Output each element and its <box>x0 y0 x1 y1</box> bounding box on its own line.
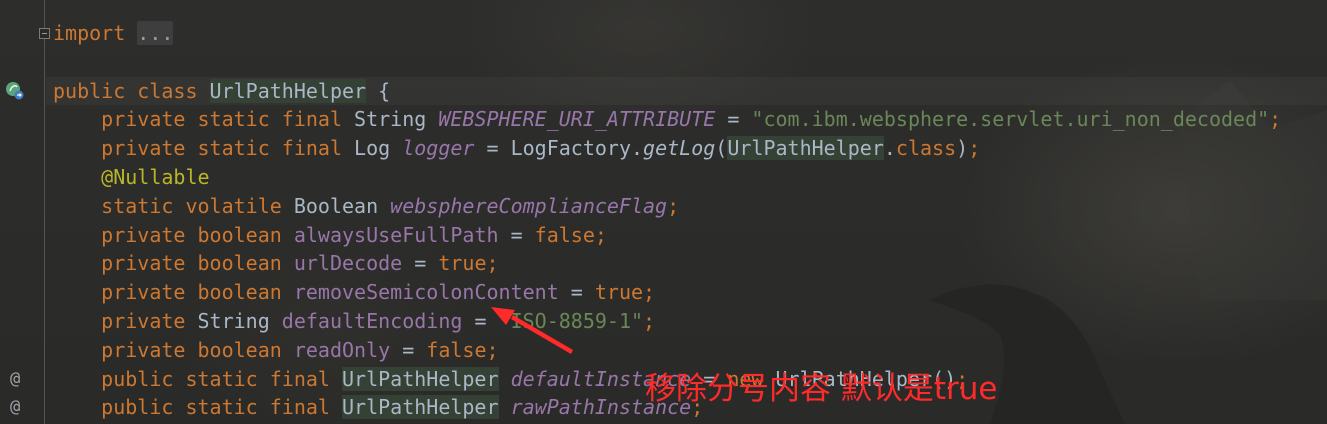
gutter-row <box>0 307 44 336</box>
token-plain: = <box>715 107 752 132</box>
token-plain: String <box>197 308 282 333</box>
token-class-ref: UrlPathHelper <box>341 395 499 420</box>
token-plain: String <box>354 107 439 132</box>
folded-imports[interactable]: ... <box>137 21 174 45</box>
token-keyword: public class <box>53 78 210 103</box>
gutter-row <box>0 48 44 77</box>
token-plain: ( <box>715 136 728 161</box>
token-class-ref: UrlPathHelper <box>727 136 884 161</box>
gutter-row: @ <box>0 365 44 394</box>
token-plain: . <box>883 136 896 161</box>
code-line[interactable]: private static final String WEBSPHERE_UR… <box>46 105 1327 134</box>
gutter: @ @ <box>0 0 50 424</box>
token-plain: Log <box>354 136 403 161</box>
token-keyword: private boolean <box>53 337 294 362</box>
token-keyword: public static final <box>53 366 342 391</box>
code-line[interactable] <box>46 48 1327 77</box>
code-line[interactable]: private boolean readOnly = false; <box>46 336 1327 365</box>
token-method-call: getLog <box>643 136 716 161</box>
token-keyword: class <box>895 136 957 161</box>
token-plain: { <box>366 78 391 103</box>
gutter-row <box>0 336 44 365</box>
gutter-row <box>0 77 44 106</box>
code-line[interactable]: private String defaultEncoding = "ISO-88… <box>46 307 1327 336</box>
gutter-row: @ <box>0 393 44 422</box>
token-keyword: private <box>53 308 198 333</box>
token-keyword: ; <box>667 193 680 218</box>
annotation-text: 移除分号内容 默认是true <box>645 371 998 407</box>
code-line[interactable]: public class UrlPathHelper { <box>46 77 1327 106</box>
token-string: "com.ibm.websphere.servlet.uri_non_decod… <box>751 107 1270 132</box>
annotation-gutter-marker[interactable]: @ <box>10 369 20 389</box>
token-keyword: false; <box>426 337 499 362</box>
token-keyword: false; <box>534 222 607 247</box>
token-static-field: logger <box>402 136 475 161</box>
token-field: readOnly <box>293 337 391 362</box>
gutter-row <box>0 105 44 134</box>
token-plain: = <box>462 308 499 333</box>
code-area[interactable]: import ... public class UrlPathHelper { p… <box>46 19 1327 423</box>
token-plain: = <box>402 251 439 276</box>
token-keyword: private static final <box>53 136 355 161</box>
token-field: defaultEncoding <box>281 308 463 333</box>
token-annotation: @Nullable <box>53 164 210 189</box>
token-class-ref: UrlPathHelper <box>341 366 499 391</box>
token-field: urlDecode <box>293 251 403 276</box>
token-keyword: private boolean <box>53 222 294 247</box>
token-keyword: ; <box>1269 107 1282 132</box>
token-static-field: WEBSPHERE_URI_ATTRIBUTE <box>438 107 716 132</box>
token-plain: = LogFactory. <box>474 136 644 161</box>
code-line[interactable]: private boolean urlDecode = true; <box>46 249 1327 278</box>
token-field: removeSemicolonContent <box>293 280 559 305</box>
token-string: "ISO-8859-1" <box>498 308 644 333</box>
token-keyword: ; <box>968 136 981 161</box>
code-line[interactable]: static volatile Boolean websphereComplia… <box>46 192 1327 221</box>
gutter-row <box>0 249 44 278</box>
token-keyword: true; <box>438 251 499 276</box>
token-keyword: static volatile <box>53 193 294 218</box>
gutter-row <box>0 134 44 163</box>
token-field: alwaysUseFullPath <box>293 222 499 247</box>
code-line[interactable]: private boolean removeSemicolonContent =… <box>46 278 1327 307</box>
gutter-row <box>0 221 44 250</box>
code-line[interactable]: @Nullable <box>46 163 1327 192</box>
gutter-row <box>0 19 50 48</box>
token-class-ref: UrlPathHelper <box>209 78 367 103</box>
token-plain: ) <box>956 136 969 161</box>
gutter-row <box>0 163 44 192</box>
token-keyword: import <box>53 21 126 45</box>
gutter-row <box>0 278 44 307</box>
token-keyword: public static final <box>53 395 342 420</box>
code-line[interactable]: import ... <box>46 19 1327 48</box>
token-plain: = <box>390 337 427 362</box>
token-keyword: ; <box>643 308 656 333</box>
gutter-row <box>0 192 44 221</box>
token-plain: = <box>498 222 535 247</box>
token-plain: Boolean <box>293 193 391 218</box>
token-plain: = <box>558 280 595 305</box>
code-line[interactable]: private static final Log logger = LogFac… <box>46 134 1327 163</box>
token-keyword: true; <box>594 280 656 305</box>
token-keyword: private static final <box>53 107 355 132</box>
code-line[interactable]: private boolean alwaysUseFullPath = fals… <box>46 221 1327 250</box>
token-keyword: private boolean <box>53 251 294 276</box>
annotation-gutter-marker[interactable]: @ <box>10 397 20 417</box>
code-editor[interactable]: @ @ import ... public class UrlPathHelper … <box>0 0 1327 424</box>
token-static-field: websphereComplianceFlag <box>390 193 668 218</box>
bean-icon[interactable] <box>4 80 25 101</box>
token-keyword: private boolean <box>53 280 294 305</box>
